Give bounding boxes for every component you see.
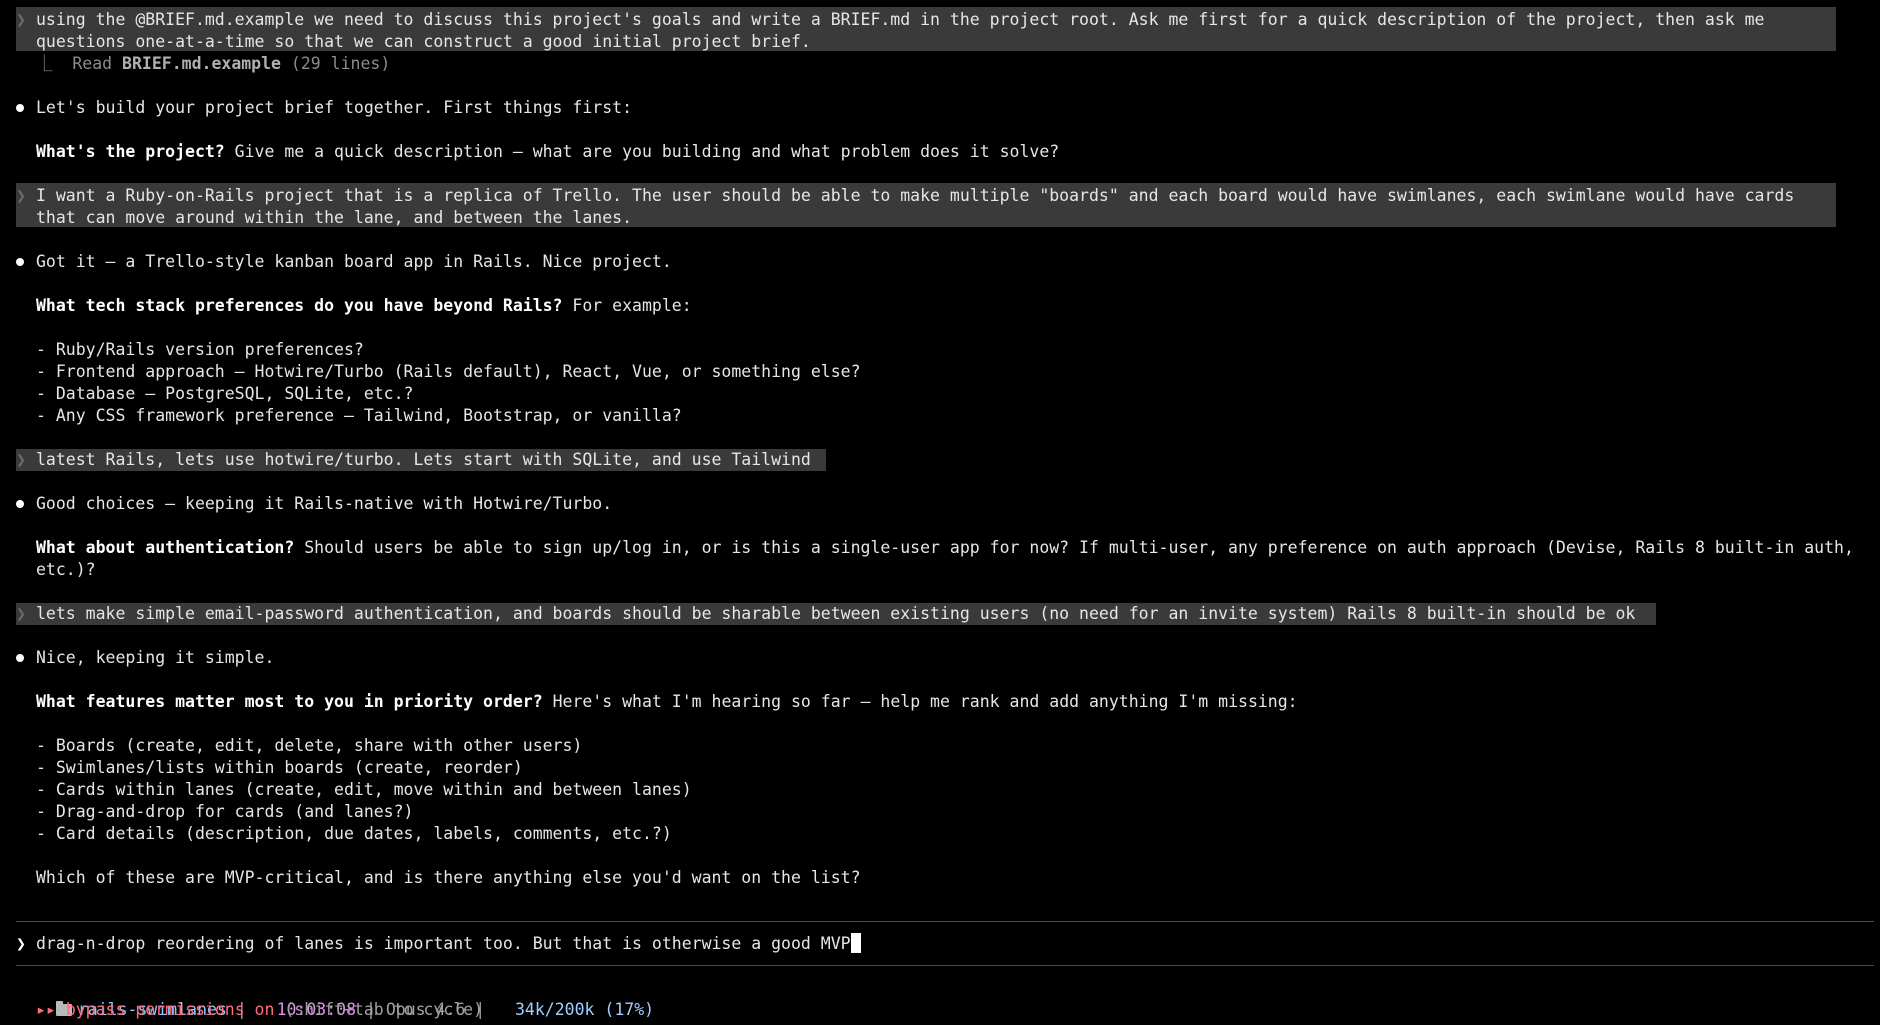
user-message-2-line1: I want a Ruby-on-Rails project that is a… bbox=[36, 186, 1795, 205]
list-item: - Boards (create, edit, delete, share wi… bbox=[36, 736, 583, 755]
tool-read-file: BRIEF.md.example bbox=[122, 54, 281, 73]
assistant-bullet-icon bbox=[15, 493, 27, 515]
assistant-reply-1-text: Let's build your project brief together.… bbox=[36, 98, 633, 117]
permission-hint: (shift+tab to cycle) bbox=[274, 1000, 484, 1019]
assistant-bullet-icon bbox=[15, 97, 27, 119]
list-item: - Ruby/Rails version preferences? bbox=[36, 340, 364, 359]
list-item: - Database — PostgreSQL, SQLite, etc.? bbox=[36, 384, 414, 403]
prompt-marker-icon: ❯ bbox=[16, 186, 26, 205]
user-message-3-line1: latest Rails, lets use hotwire/turbo. Le… bbox=[36, 450, 811, 469]
list-item: - Card details (description, due dates, … bbox=[36, 824, 672, 843]
tool-read-result: ⎿ Read BRIEF.md.example (29 lines) bbox=[36, 53, 390, 75]
chat-input[interactable]: drag-n-drop reordering of lanes is impor… bbox=[36, 933, 861, 955]
input-bottom-divider bbox=[16, 965, 1874, 966]
user-message-1-line2: questions one-at-a-time so that we can c… bbox=[36, 32, 811, 51]
list-item: - Any CSS framework preference — Tailwin… bbox=[36, 406, 682, 425]
question-rest: Here's what I'm hearing so far — help me… bbox=[542, 692, 1298, 711]
list-item: - Frontend approach — Hotwire/Turbo (Rai… bbox=[36, 362, 861, 381]
question-rest: For example: bbox=[562, 296, 692, 315]
user-message-1-line1: using the @BRIEF.md.example we need to d… bbox=[36, 10, 1765, 29]
question-bold: What's the project? bbox=[36, 142, 225, 161]
permission-mode[interactable]: ▸▸ bypass permissions on (shift+tab to c… bbox=[36, 999, 483, 1021]
assistant-reply-4-closing: Which of these are MVP-critical, and is … bbox=[36, 868, 861, 887]
user-message-4-line1: lets make simple email-password authenti… bbox=[36, 604, 1636, 623]
input-prompt-icon: ❯ bbox=[16, 934, 26, 953]
assistant-reply-3-question-line2: etc.)? bbox=[36, 560, 96, 579]
tool-read-suffix: (29 lines) bbox=[281, 54, 391, 73]
prompt-marker-icon: ❯ bbox=[16, 604, 26, 623]
assistant-reply-4-question: What features matter most to you in prio… bbox=[36, 691, 1298, 713]
question-bold: What features matter most to you in prio… bbox=[36, 692, 543, 711]
assistant-bullet-icon bbox=[15, 251, 27, 273]
input-top-divider bbox=[16, 921, 1874, 922]
permission-arrows-icon: ▸▸ bbox=[36, 1000, 66, 1019]
chat-input-value[interactable]: drag-n-drop reordering of lanes is impor… bbox=[36, 934, 851, 953]
question-bold: What tech stack preferences do you have … bbox=[36, 296, 563, 315]
text-cursor bbox=[850, 933, 861, 953]
permission-text: bypass permissions on bbox=[65, 1000, 275, 1019]
user-message-2-line2: that can move around within the lane, an… bbox=[36, 208, 633, 227]
prompt-marker-icon: ❯ bbox=[16, 10, 26, 29]
assistant-reply-2-question: What tech stack preferences do you have … bbox=[36, 295, 692, 317]
assistant-reply-4-text: Nice, keeping it simple. bbox=[36, 648, 275, 667]
assistant-reply-3-question: What about authentication? Should users … bbox=[36, 537, 1854, 559]
list-item: - Cards within lanes (create, edit, move… bbox=[36, 780, 692, 799]
question-rest: Should users be able to sign up/log in, … bbox=[294, 538, 1854, 557]
status-line: rails-swimlanes | 10:03:08 | Opus 4.6 | … bbox=[36, 977, 654, 1019]
question-bold: What about authentication? bbox=[36, 538, 295, 557]
list-item: - Drag-and-drop for cards (and lanes?) bbox=[36, 802, 414, 821]
question-rest: Give me a quick description — what are y… bbox=[224, 142, 1060, 161]
tool-read-prefix: ⎿ Read bbox=[36, 54, 123, 73]
assistant-reply-2-text: Got it — a Trello-style kanban board app… bbox=[36, 252, 672, 271]
status-context: 34k/200k (17%) bbox=[515, 1000, 655, 1019]
assistant-bullet-icon bbox=[15, 647, 27, 669]
prompt-marker-icon: ❯ bbox=[16, 450, 26, 469]
list-item: - Swimlanes/lists within boards (create,… bbox=[36, 758, 523, 777]
assistant-reply-3-text: Good choices — keeping it Rails-native w… bbox=[36, 494, 613, 513]
assistant-reply-1-question: What's the project? Give me a quick desc… bbox=[36, 141, 1059, 163]
